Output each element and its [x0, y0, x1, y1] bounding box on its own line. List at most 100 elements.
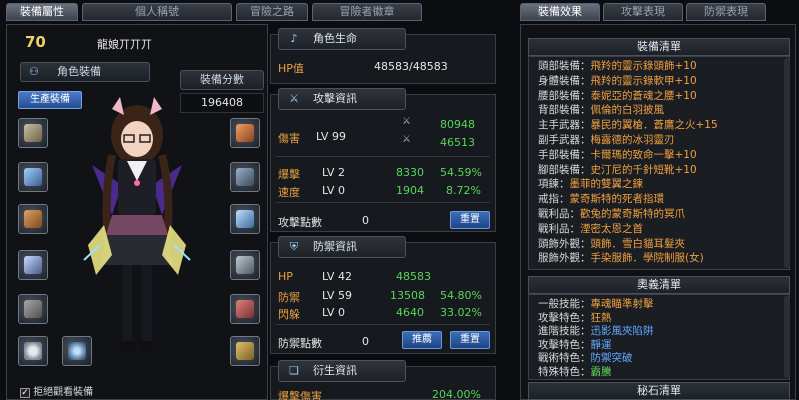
- defense-points-label: 防禦點數: [278, 337, 322, 350]
- equip-list-scrollbar[interactable]: [784, 58, 790, 268]
- shield-icon: ⛨: [289, 240, 299, 253]
- tab-personal-title[interactable]: 個人稱號: [82, 3, 232, 21]
- character-equipment-label: 角色裝備: [57, 65, 101, 78]
- list-item-name: 墨菲的雙翼之鍊: [569, 178, 644, 191]
- list-item-name: 靜運: [590, 338, 612, 351]
- main-weapon-slot[interactable]: [18, 162, 48, 192]
- attack-reset-button[interactable]: 重置: [450, 211, 490, 229]
- note-icon: ♪: [290, 32, 298, 45]
- list-item[interactable]: 頭飾外觀：頭飾．雪白貓耳髮夾: [538, 236, 685, 251]
- head-trophy-icon: [236, 300, 254, 318]
- belt-icon: [236, 168, 254, 186]
- derived-title: 衍生資訊: [313, 364, 357, 377]
- list-item-name: 佩倫的白羽披風: [590, 104, 665, 117]
- list-item-slot: 戰利品：: [538, 222, 580, 235]
- crit-value: 8330: [396, 166, 424, 179]
- list-item-slot: 服飾外觀：: [538, 252, 591, 265]
- production-equipment-button[interactable]: 生產裝備: [18, 91, 82, 109]
- defense-reset-button[interactable]: 重置: [450, 331, 490, 349]
- list-item-name: 歡兔的蒙奇斯特的冥爪: [580, 208, 685, 220]
- tab-adventure-road[interactable]: 冒險之路: [236, 3, 308, 21]
- speed-level: LV 0: [322, 184, 345, 197]
- list-item[interactable]: 戰利品：湮密太恩之首: [538, 221, 643, 236]
- list-item-slot: 戒指：: [538, 193, 570, 206]
- crit-percent: 54.59%: [440, 166, 482, 179]
- list-item-name: 飛羚的靈示錄軟甲+10: [590, 74, 697, 87]
- defense-divider: [276, 324, 490, 325]
- tab-equipment-effects[interactable]: 裝備效果: [520, 3, 600, 21]
- list-item-name: 手染服飾．學院制服(女): [590, 252, 704, 265]
- list-item-name: 史汀尼的千針短靴+10: [590, 163, 697, 176]
- list-item-name: 飛羚的靈示錄頭飾+10: [590, 60, 697, 72]
- def-value: 13508: [390, 289, 425, 302]
- main-weapon-small-icon: ⚔: [402, 116, 411, 127]
- list-item-name: 狂熱: [590, 311, 612, 324]
- tab-adventurer-badge[interactable]: 冒險者徽章: [312, 3, 422, 21]
- list-item-name: 蒙奇斯特的死者指環: [569, 193, 665, 206]
- list-item[interactable]: 戒指：蒙奇斯特的死者指環: [538, 191, 664, 206]
- list-item-slot: 特殊特色：: [538, 366, 591, 378]
- character-name: 龍娘丌丌丌: [97, 38, 152, 51]
- waist-slot[interactable]: [230, 162, 260, 192]
- ring-icon: [24, 342, 42, 360]
- list-item-slot: 戰術特色：: [538, 352, 591, 365]
- list-item[interactable]: 腳部裝備：史汀尼的千針短靴+10: [538, 162, 697, 177]
- list-item-name: 防禦突破: [590, 352, 633, 365]
- attack-title: 攻擊資訊: [313, 92, 357, 105]
- damage-level: LV 99: [316, 130, 346, 143]
- list-item-name: 卡爾瑪的致命一擊+10: [590, 148, 697, 161]
- attack-points-label: 攻擊點數: [278, 216, 322, 229]
- list-item[interactable]: 頭部裝備：飛羚的靈示錄頭飾+10: [538, 58, 697, 73]
- damage-low: 46513: [440, 136, 475, 149]
- derived-header: ❏ 衍生資訊: [278, 360, 406, 382]
- list-item[interactable]: 手部裝備：卡爾瑪的致命一擊+10: [538, 147, 697, 162]
- boot-icon: [236, 256, 254, 274]
- attack-points-value: 0: [362, 214, 369, 227]
- necklace-slot[interactable]: [18, 250, 48, 280]
- hand-slot[interactable]: [230, 204, 260, 234]
- tab-equipment-attributes[interactable]: 裝備屬性: [6, 3, 78, 21]
- list-item-slot: 背部裝備：: [538, 104, 591, 117]
- skill-list-scrollbar[interactable]: [784, 296, 790, 378]
- list-item-slot: 腳部裝備：: [538, 163, 591, 176]
- book-icon: ❏: [289, 364, 299, 377]
- head-slot[interactable]: [18, 118, 48, 148]
- damage-label: 傷害: [278, 132, 300, 145]
- ring-slot[interactable]: [18, 336, 48, 366]
- trophy-slot-2[interactable]: [230, 294, 260, 324]
- list-item-slot: 頭飾外觀：: [538, 237, 591, 250]
- defense-recommend-button[interactable]: 推薦: [402, 331, 442, 349]
- dodge-label: 閃躲: [278, 308, 300, 321]
- back-slot[interactable]: [18, 204, 48, 234]
- list-item-slot: 腰部裝備：: [538, 89, 591, 102]
- defense-header: ⛨ 防禦資訊: [278, 236, 406, 258]
- foot-slot[interactable]: [230, 250, 260, 280]
- hp-label: HP值: [278, 62, 304, 75]
- list-item[interactable]: 副手武器：梅露德的冰羽靈刃: [538, 132, 675, 147]
- list-item[interactable]: 特殊特色：霸騰: [538, 364, 612, 379]
- tab-defense-performance[interactable]: 防禦表現: [686, 3, 766, 21]
- body-slot[interactable]: [230, 118, 260, 148]
- list-item-slot: 一般技能：: [538, 298, 591, 310]
- list-item-slot: 攻擊特色：: [538, 338, 591, 351]
- offhand-small-icon: ⚔: [402, 134, 411, 145]
- list-item[interactable]: 背部裝備：佩倫的白羽披風: [538, 102, 664, 117]
- list-item[interactable]: 腰部裝備：泰妮亞的蒼魂之腰+10: [538, 88, 697, 103]
- life-header: ♪ 角色生命: [278, 28, 406, 50]
- list-item[interactable]: 服飾外觀：手染服飾．學院制服(女): [538, 250, 704, 265]
- accessory-slot[interactable]: [230, 336, 260, 366]
- tab-attack-performance[interactable]: 攻擊表現: [603, 3, 683, 21]
- defense-hp-level: LV 42: [322, 270, 352, 283]
- list-item[interactable]: 身體裝備：飛羚的靈示錄軟甲+10: [538, 73, 697, 88]
- refuse-view-label: 拒絕觀看裝備: [33, 387, 94, 398]
- list-item-slot: 主手武器：: [538, 119, 591, 132]
- crit-level: LV 2: [322, 166, 345, 179]
- trophy-slot[interactable]: [18, 294, 48, 324]
- list-item[interactable]: 戰利品：歡兔的蒙奇斯特的冥爪: [538, 206, 685, 221]
- list-item-name: 暴民的翼槍．蒼鷹之火+15: [590, 119, 718, 132]
- list-item[interactable]: 主手武器：暴民的翼槍．蒼鷹之火+15: [538, 117, 718, 132]
- refuse-view-checkbox[interactable]: ✓: [20, 388, 30, 398]
- list-item[interactable]: 項鍊：墨菲的雙翼之鍊: [538, 176, 643, 191]
- def-percent: 54.80%: [440, 289, 482, 302]
- armor-icon: [236, 124, 254, 142]
